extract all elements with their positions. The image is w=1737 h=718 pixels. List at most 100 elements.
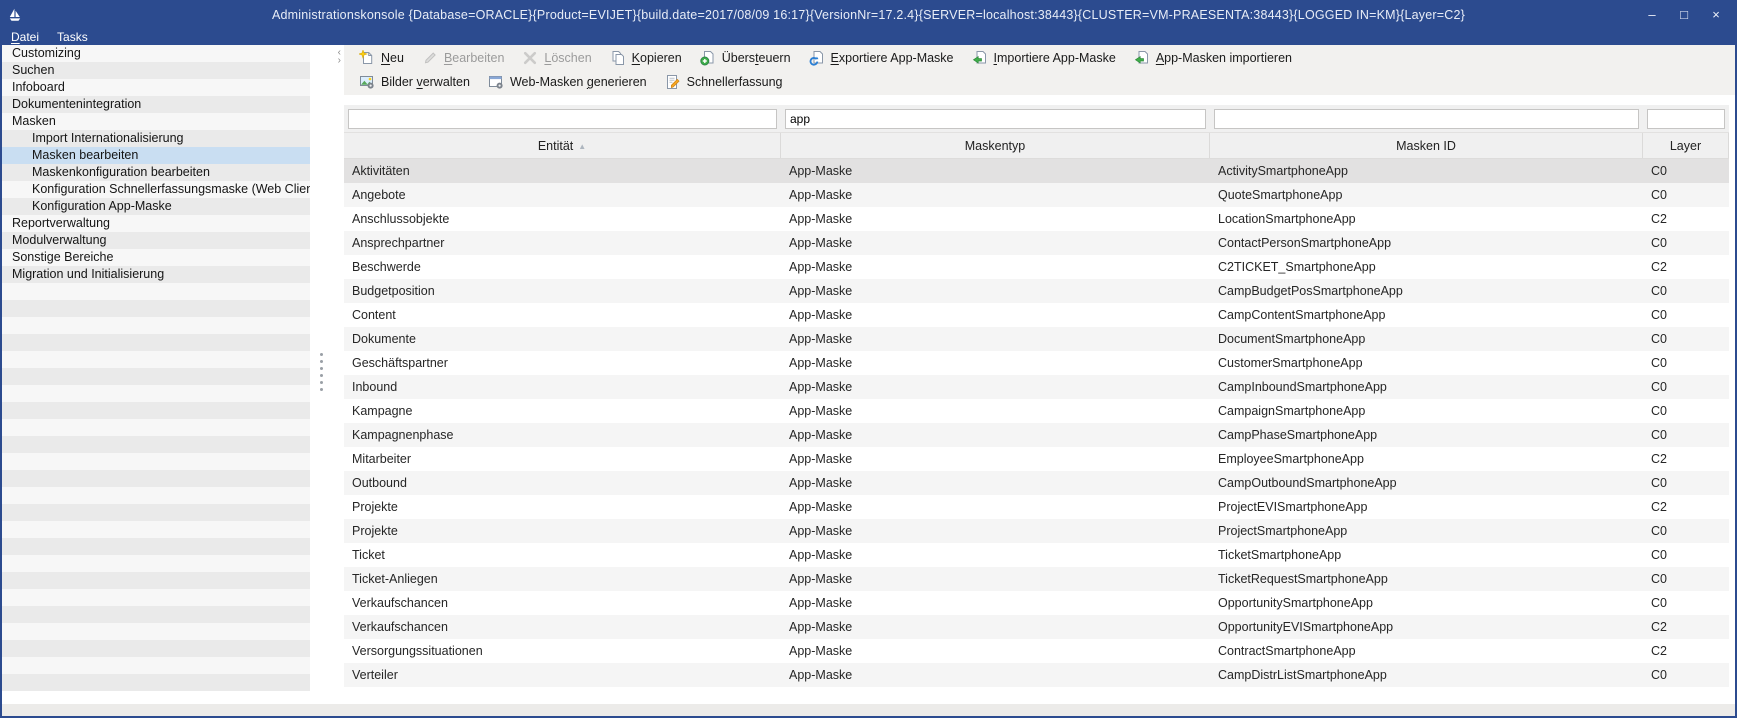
table-header-row: Entität▲Maskentyp Masken ID Layer bbox=[344, 133, 1729, 159]
table-row[interactable]: ContentApp-MaskeCampContentSmartphoneApp… bbox=[344, 303, 1729, 327]
edit-button[interactable]: Bearbeiten bbox=[413, 48, 513, 68]
table-cell: C0 bbox=[1643, 303, 1729, 327]
table-cell: App-Maske bbox=[781, 615, 1210, 639]
sidebar-item-customizing[interactable]: Customizing bbox=[2, 45, 310, 62]
table-cell: Kampagne bbox=[344, 399, 781, 423]
sidebar-item-konfiguration-schnellerfassungsmaske-web-client[interactable]: Konfiguration Schnellerfassungsmaske (We… bbox=[2, 181, 310, 198]
close-button[interactable]: × bbox=[1709, 7, 1723, 23]
table-row[interactable]: TicketApp-MaskeTicketSmartphoneAppC0 bbox=[344, 543, 1729, 567]
table-row[interactable]: InboundApp-MaskeCampInboundSmartphoneApp… bbox=[344, 375, 1729, 399]
import-icon bbox=[1134, 50, 1150, 66]
delete-icon bbox=[522, 50, 538, 66]
splitter-dot bbox=[320, 380, 323, 383]
menu-datei[interactable]: Datei bbox=[11, 30, 39, 44]
table-cell: C2 bbox=[1643, 639, 1729, 663]
splitter-dot bbox=[320, 359, 323, 362]
sailboat-icon bbox=[8, 8, 22, 22]
table-row[interactable]: MitarbeiterApp-MaskeEmployeeSmartphoneAp… bbox=[344, 447, 1729, 471]
table-row[interactable]: GeschäftspartnerApp-MaskeCustomerSmartph… bbox=[344, 351, 1729, 375]
table-row[interactable]: OutboundApp-MaskeCampOutboundSmartphoneA… bbox=[344, 471, 1729, 495]
table-row[interactable]: Ticket-AnliegenApp-MaskeTicketRequestSma… bbox=[344, 567, 1729, 591]
splitter-drag-handle-icon[interactable] bbox=[320, 352, 323, 390]
new-icon bbox=[359, 50, 375, 66]
table-row[interactable]: VerkaufschancenApp-MaskeOpportunitySmart… bbox=[344, 591, 1729, 615]
maximize-button[interactable]: □ bbox=[1677, 7, 1691, 23]
import-icon bbox=[972, 50, 988, 66]
table-row[interactable]: VersorgungssituationenApp-MaskeContractS… bbox=[344, 639, 1729, 663]
web-masken-generieren-button[interactable]: Web-Masken generieren bbox=[479, 72, 656, 92]
table-cell: CustomerSmartphoneApp bbox=[1210, 351, 1643, 375]
table-cell: Versorgungssituationen bbox=[344, 639, 781, 663]
pane-splitter[interactable]: ‹› bbox=[310, 45, 344, 704]
table-row[interactable]: VerkaufschancenApp-MaskeOpportunityEVISm… bbox=[344, 615, 1729, 639]
column-header-entit-t[interactable]: Entität▲ bbox=[344, 133, 781, 158]
table-cell: C0 bbox=[1643, 159, 1729, 183]
sidebar-item-masken[interactable]: Masken bbox=[2, 113, 310, 130]
column-header-layer[interactable]: Layer bbox=[1643, 133, 1729, 158]
table-cell: App-Maske bbox=[781, 639, 1210, 663]
table-row[interactable]: AnsprechpartnerApp-MaskeContactPersonSma… bbox=[344, 231, 1729, 255]
sidebar-item-masken-bearbeiten[interactable]: Masken bearbeiten bbox=[2, 147, 310, 164]
table-cell: CampBudgetPosSmartphoneApp bbox=[1210, 279, 1643, 303]
table-cell: C0 bbox=[1643, 399, 1729, 423]
sidebar-item-modulverwaltung[interactable]: Modulverwaltung bbox=[2, 232, 310, 249]
delete-button[interactable]: Löschen bbox=[513, 48, 600, 68]
table-row[interactable]: KampagnenphaseApp-MaskeCampPhaseSmartpho… bbox=[344, 423, 1729, 447]
table-cell: C2 bbox=[1643, 255, 1729, 279]
table-cell: App-Maske bbox=[781, 399, 1210, 423]
table-row[interactable]: KampagneApp-MaskeCampaignSmartphoneAppC0 bbox=[344, 399, 1729, 423]
table-cell: C2 bbox=[1643, 615, 1729, 639]
minimize-button[interactable]: – bbox=[1645, 7, 1659, 23]
table-cell: EmployeeSmartphoneApp bbox=[1210, 447, 1643, 471]
table-cell: C0 bbox=[1643, 423, 1729, 447]
export-app-maske-button[interactable]: Exportiere App-Maske bbox=[800, 48, 963, 68]
sidebar-item-suchen[interactable]: Suchen bbox=[2, 62, 310, 79]
table-row[interactable]: AngeboteApp-MaskeQuoteSmartphoneAppC0 bbox=[344, 183, 1729, 207]
override-icon bbox=[700, 50, 716, 66]
sidebar-filler-row bbox=[2, 555, 310, 572]
maximize-icon: □ bbox=[1680, 7, 1688, 22]
sidebar-item-import-internationalisierung[interactable]: Import Internationalisierung bbox=[2, 130, 310, 147]
sidebar-item-reportverwaltung[interactable]: Reportverwaltung bbox=[2, 215, 310, 232]
table-row[interactable]: ProjekteApp-MaskeProjectSmartphoneAppC0 bbox=[344, 519, 1729, 543]
filter-input-layer[interactable] bbox=[1647, 109, 1725, 129]
table-cell: Budgetposition bbox=[344, 279, 781, 303]
import-app-maske-button[interactable]: Importiere App-Maske bbox=[963, 48, 1125, 68]
copy-button[interactable]: Kopieren bbox=[601, 48, 691, 68]
app-masken-importieren-button[interactable]: App-Masken importieren bbox=[1125, 48, 1301, 68]
table-row[interactable]: ProjekteApp-MaskeProjectEVISmartphoneApp… bbox=[344, 495, 1729, 519]
column-header-label: Masken ID bbox=[1396, 139, 1456, 153]
status-strip bbox=[2, 704, 1735, 716]
column-header-masken-id[interactable]: Masken ID bbox=[1210, 133, 1643, 158]
table-row[interactable]: DokumenteApp-MaskeDocumentSmartphoneAppC… bbox=[344, 327, 1729, 351]
new-button[interactable]: Neu bbox=[350, 48, 413, 68]
override-button[interactable]: Übersteuern bbox=[691, 48, 800, 68]
sidebar-filler-row bbox=[2, 453, 310, 470]
table-cell: Verkaufschancen bbox=[344, 591, 781, 615]
sidebar-item-maskenkonfiguration-bearbeiten[interactable]: Maskenkonfiguration bearbeiten bbox=[2, 164, 310, 181]
filter-input-masken-id[interactable] bbox=[1214, 109, 1639, 129]
table-cell: TicketSmartphoneApp bbox=[1210, 543, 1643, 567]
table-cell: C2 bbox=[1643, 207, 1729, 231]
table-row[interactable]: AktivitätenApp-MaskeActivitySmartphoneAp… bbox=[344, 159, 1729, 183]
sidebar-item-sonstige-bereiche[interactable]: Sonstige Bereiche bbox=[2, 249, 310, 266]
sidebar-item-dokumentenintegration[interactable]: Dokumentenintegration bbox=[2, 96, 310, 113]
splitter-collapse-icon[interactable]: ‹› bbox=[338, 49, 341, 65]
toolbar-button-label: Kopieren bbox=[632, 51, 682, 65]
table-row[interactable]: AnschlussobjekteApp-MaskeLocationSmartph… bbox=[344, 207, 1729, 231]
table-row[interactable]: BeschwerdeApp-MaskeC2TICKET_SmartphoneAp… bbox=[344, 255, 1729, 279]
column-header-maskentyp[interactable]: Maskentyp bbox=[781, 133, 1210, 158]
sidebar-item-migration-und-initialisierung[interactable]: Migration und Initialisierung bbox=[2, 266, 310, 283]
sidebar-item-infoboard[interactable]: Infoboard bbox=[2, 79, 310, 96]
toolbar-button-label: App-Masken importieren bbox=[1156, 51, 1292, 65]
table-row[interactable]: VerteilerApp-MaskeCampDistrListSmartphon… bbox=[344, 663, 1729, 687]
table-cell: Outbound bbox=[344, 471, 781, 495]
sidebar-filler-row bbox=[2, 623, 310, 640]
sidebar-item-konfiguration-app-maske[interactable]: Konfiguration App-Maske bbox=[2, 198, 310, 215]
filter-input-entit-t[interactable] bbox=[348, 109, 777, 129]
menu-tasks[interactable]: Tasks bbox=[57, 30, 88, 44]
filter-input-maskentyp[interactable] bbox=[785, 109, 1206, 129]
table-row[interactable]: BudgetpositionApp-MaskeCampBudgetPosSmar… bbox=[344, 279, 1729, 303]
schnellerfassung-button[interactable]: Schnellerfassung bbox=[656, 72, 792, 92]
bilder-verwalten-button[interactable]: Bilder verwalten bbox=[350, 72, 479, 92]
